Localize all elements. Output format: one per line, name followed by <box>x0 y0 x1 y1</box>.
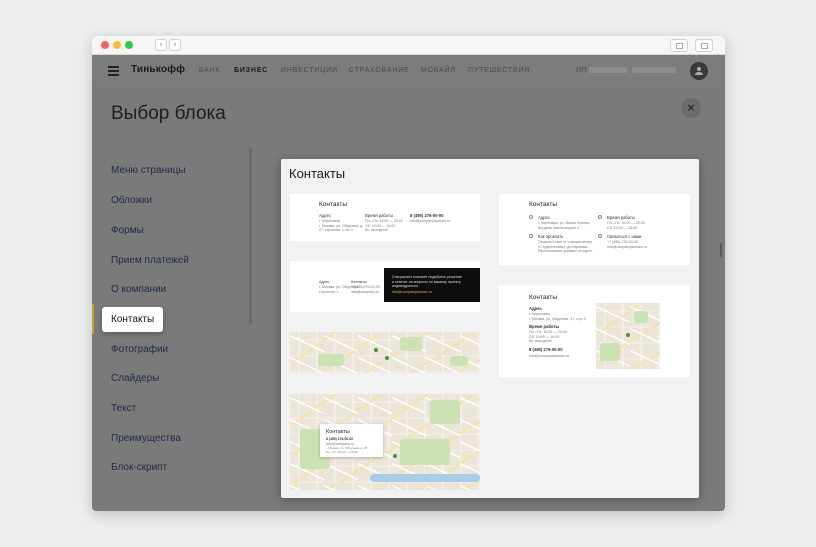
dark-callout: Специалист поможет подобрать решение и о… <box>384 268 480 302</box>
map-pin-icon <box>393 454 397 458</box>
nav-investments[interactable]: ИНВЕСТИЦИИ <box>281 67 338 74</box>
browser-toolbar: ‹ › <box>92 36 725 55</box>
nav-mobile[interactable]: МОБАЙЛ <box>421 67 456 74</box>
sidebar-scrollbar[interactable] <box>249 147 252 325</box>
sidebar-item-covers[interactable]: Обложки <box>111 195 152 206</box>
hamburger-menu-icon[interactable] <box>108 66 119 76</box>
nav-business[interactable]: БИЗНЕС <box>234 67 268 74</box>
sidebar-item-menu[interactable]: Меню страницы <box>111 165 186 176</box>
share-icon <box>676 43 683 49</box>
minimize-window-button[interactable] <box>113 41 121 49</box>
phone-icon <box>598 234 602 238</box>
sidebar-item-sliders[interactable]: Слайдеры <box>111 373 159 384</box>
block-preview-contacts-icons[interactable]: Контакты Адрес г. Черновцы, ул. Ивана Фр… <box>499 194 690 265</box>
location-icon <box>529 215 533 219</box>
map-overlay-card: Контакты 8 (495) 276-00-00 info@company.… <box>320 424 383 457</box>
sidebar-item-payments[interactable]: Прием платежей <box>111 255 189 266</box>
nav-bank[interactable]: БАНК <box>199 67 220 74</box>
sidebar-item-advantages[interactable]: Преимущества <box>111 433 181 444</box>
page-title: Выбор блока <box>111 103 226 124</box>
block-preview-map-overlay[interactable]: Контакты 8 (495) 276-00-00 info@company.… <box>290 394 480 490</box>
share-button[interactable] <box>670 39 688 52</box>
account-name-redacted <box>632 67 676 73</box>
account-name-redacted <box>589 67 627 73</box>
account-name[interactable]: ИП <box>576 67 587 74</box>
clock-icon <box>598 215 602 219</box>
block-preview-contacts-columns[interactable]: Контакты Адрес г. Череповец г. Москва, у… <box>290 194 480 241</box>
active-indicator <box>92 304 94 334</box>
close-button[interactable]: × <box>681 98 701 118</box>
blocks-panel: Контакты Контакты Адрес г. Череповец г. … <box>281 159 699 498</box>
browser-window: ‹ › Тинькофф БАНК БИЗНЕС ИНВЕСТИЦИИ СТРА… <box>92 36 725 511</box>
map-thumbnail <box>596 303 660 369</box>
sidebar-item-forms[interactable]: Формы <box>111 225 144 236</box>
map-pin-icon <box>374 348 378 352</box>
brand-logo[interactable]: Тинькофф <box>131 64 185 75</box>
nav-insurance[interactable]: СТРАХОВАНИЕ <box>349 67 410 74</box>
user-avatar[interactable] <box>690 62 708 80</box>
back-button[interactable]: ‹ <box>155 39 167 51</box>
map-pin-icon <box>385 356 389 360</box>
forward-button[interactable]: › <box>169 39 181 51</box>
block-preview-contacts-dark[interactable]: Адрес г. Москва, ул. Обручева, Строение … <box>290 261 480 312</box>
site-header: Тинькофф БАНК БИЗНЕС ИНВЕСТИЦИИ СТРАХОВА… <box>92 55 725 87</box>
sidebar-item-contacts[interactable]: Контакты <box>102 307 164 332</box>
tabs-button[interactable] <box>695 39 713 52</box>
route-icon <box>529 234 533 238</box>
block-preview-contacts-map-right[interactable]: Контакты Адрес г. Череповец г. Москва, у… <box>499 285 690 377</box>
sidebar-item-text[interactable]: Текст <box>111 403 136 414</box>
content-scrollbar[interactable] <box>720 243 722 257</box>
maximize-window-button[interactable] <box>125 41 133 49</box>
close-window-button[interactable] <box>101 41 109 49</box>
nav-travel[interactable]: ПУТЕШЕСТВИЯ <box>468 67 530 74</box>
sidebar-item-script[interactable]: Блок-скрипт <box>111 462 167 473</box>
tabs-icon <box>701 43 708 49</box>
panel-title: Контакты <box>289 166 346 181</box>
map-pin-icon <box>626 333 630 337</box>
block-preview-map-strip[interactable] <box>290 332 480 373</box>
sidebar-item-about[interactable]: О компании <box>111 284 166 295</box>
sidebar-item-photos[interactable]: Фотографии <box>111 344 168 355</box>
